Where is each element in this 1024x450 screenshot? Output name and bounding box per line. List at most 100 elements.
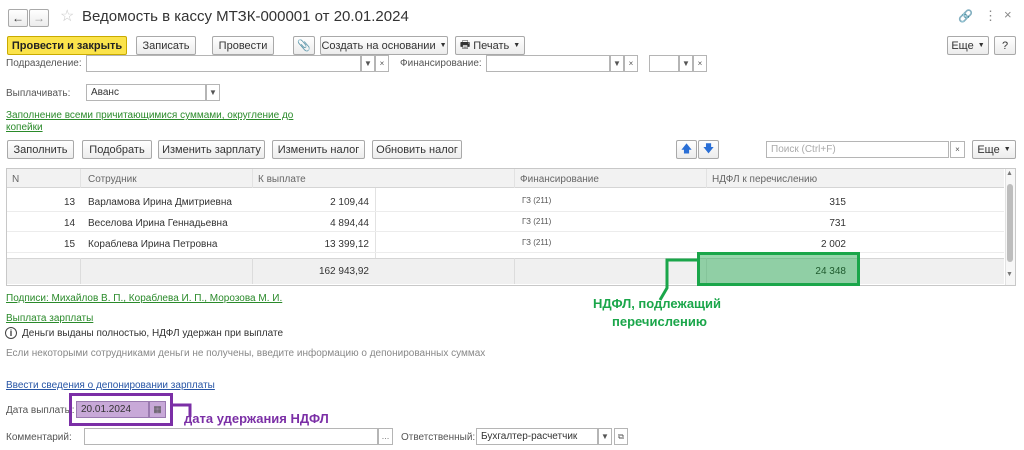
- tax-note-line2: перечислению: [612, 314, 707, 329]
- row-n: 14: [64, 218, 76, 229]
- col-amount[interactable]: К выплате: [258, 170, 306, 188]
- print-button[interactable]: 🖶 Печать ▼: [455, 36, 525, 55]
- tax-annotation-line: [658, 258, 697, 301]
- department-label: Подразделение:: [6, 58, 82, 69]
- pay-field[interactable]: Аванс: [86, 84, 206, 101]
- attach-button[interactable]: 📎: [293, 36, 315, 55]
- star-icon[interactable]: ☆: [60, 6, 74, 26]
- col-employee[interactable]: Сотрудник: [88, 170, 137, 188]
- hint-text: Если некоторыми сотрудниками деньги не п…: [6, 348, 486, 359]
- row-tax: 2 002: [820, 239, 846, 250]
- col-n[interactable]: N: [12, 170, 19, 188]
- responsible-label: Ответственный:: [401, 432, 476, 443]
- pick-button[interactable]: Подобрать: [82, 140, 152, 159]
- table-more-label: Еще: [977, 143, 1000, 156]
- dropdown-arrow-icon: ▼: [1003, 146, 1011, 153]
- deposit-link[interactable]: Ввести сведения о депонировании зарплаты: [6, 380, 215, 391]
- forward-button[interactable]: →: [29, 9, 49, 27]
- financing-clear[interactable]: ×: [624, 55, 638, 72]
- responsible-value: Бухгалтер-расчетчик: [481, 431, 578, 442]
- change-tax-button[interactable]: Изменить налог: [272, 140, 365, 159]
- more-button[interactable]: Еще ▼: [947, 36, 989, 55]
- create-based-label: Создать на основании: [321, 39, 436, 52]
- responsible-open[interactable]: ⧉: [614, 428, 628, 445]
- print-label: Печать: [473, 39, 510, 52]
- financing-extra-dropdown[interactable]: ▼: [679, 55, 693, 72]
- row-amount: 2 109,44: [330, 197, 369, 208]
- scroll-up-arrow-icon[interactable]: ▲: [1006, 170, 1013, 177]
- more-vertical-icon[interactable]: ⋮: [984, 8, 997, 24]
- fill-mode-link-line1[interactable]: Заполнение всеми причитающимися суммами,…: [6, 110, 293, 121]
- printer-icon: 🖶: [459, 39, 471, 51]
- move-up-button[interactable]: 🡅: [676, 140, 697, 159]
- row-amount: 4 894,44: [330, 218, 369, 229]
- post-and-close-button[interactable]: Провести и закрыть: [7, 36, 127, 55]
- dropdown-arrow-icon: ▼: [977, 42, 985, 49]
- responsible-dropdown[interactable]: ▼: [598, 428, 612, 445]
- window-title: Ведомость в кассу МТЗК-000001 от 20.01.2…: [82, 8, 409, 25]
- department-clear[interactable]: ×: [375, 55, 389, 72]
- move-down-button[interactable]: 🡇: [698, 140, 719, 159]
- row-n: 13: [64, 197, 76, 208]
- date-label: Дата выплаты:: [6, 405, 75, 416]
- footer-amount-total: 162 943,92: [318, 266, 369, 277]
- back-button[interactable]: ←: [8, 9, 28, 27]
- info-text: Деньги выданы полностью, НДФЛ удержан пр…: [22, 328, 284, 339]
- row-financing: ГЗ (211): [522, 217, 552, 226]
- pay-label: Выплачивать:: [6, 88, 71, 99]
- department-field[interactable]: [86, 55, 361, 72]
- comment-field[interactable]: [84, 428, 378, 445]
- date-highlight: [69, 393, 173, 426]
- financing-extra-clear[interactable]: ×: [693, 55, 707, 72]
- pay-value: Аванс: [91, 87, 119, 98]
- row-amount: 13 399,12: [324, 239, 370, 250]
- refresh-tax-button[interactable]: Обновить налог: [372, 140, 462, 159]
- table-header: [7, 169, 1004, 188]
- table-more-button[interactable]: Еще ▼: [972, 140, 1016, 159]
- row-employee: Веселова Ирина Геннадьевна: [88, 218, 228, 229]
- dropdown-arrow-icon: ▼: [513, 42, 521, 49]
- link-icon[interactable]: 🔗: [958, 9, 973, 23]
- row-tax: 315: [829, 197, 846, 208]
- change-salary-button[interactable]: Изменить зарплату: [158, 140, 265, 159]
- help-button[interactable]: ?: [994, 36, 1016, 55]
- col-tax[interactable]: НДФЛ к перечислению: [712, 170, 817, 188]
- fill-mode-link-line2[interactable]: копейки: [6, 122, 43, 133]
- dropdown-arrow-icon: ▼: [439, 42, 447, 49]
- search-input[interactable]: Поиск (Ctrl+F): [766, 141, 949, 158]
- responsible-field[interactable]: Бухгалтер-расчетчик: [476, 428, 598, 445]
- scroll-down-arrow-icon[interactable]: ▼: [1006, 271, 1013, 278]
- date-note: дата удержания НДФЛ: [184, 411, 329, 426]
- fill-button[interactable]: Заполнить: [7, 140, 74, 159]
- payout-link[interactable]: Выплата зарплаты: [6, 313, 93, 324]
- create-based-button[interactable]: Создать на основании ▼: [320, 36, 448, 55]
- tax-note-line1: НДФЛ, подлежащий: [593, 296, 722, 311]
- more-label: Еще: [951, 39, 974, 52]
- search-placeholder: Поиск (Ctrl+F): [771, 144, 836, 155]
- financing-dropdown[interactable]: ▼: [610, 55, 624, 72]
- comment-label: Комментарий:: [6, 432, 72, 443]
- financing-field[interactable]: [486, 55, 610, 72]
- arrow-up-icon: 🡅: [680, 143, 693, 155]
- search-clear[interactable]: ×: [950, 141, 965, 158]
- footer-tax-total: 24 348: [815, 266, 846, 277]
- row-financing: ГЗ (211): [522, 238, 552, 247]
- signatures-link[interactable]: Подписи: Михайлов В. П., Кораблева И. П.…: [6, 293, 282, 304]
- financing-extra-field[interactable]: [649, 55, 679, 72]
- comment-expand[interactable]: …: [378, 428, 393, 445]
- paperclip-icon: 📎: [297, 40, 311, 52]
- save-button[interactable]: Записать: [136, 36, 196, 55]
- info-icon: i: [5, 327, 17, 339]
- close-icon[interactable]: ×: [1004, 7, 1012, 22]
- row-employee: Кораблева Ирина Петровна: [88, 239, 218, 250]
- open-icon: ⧉: [618, 431, 624, 441]
- pay-dropdown[interactable]: ▼: [206, 84, 220, 101]
- financing-label: Финансирование:: [400, 58, 482, 69]
- post-button[interactable]: Провести: [212, 36, 274, 55]
- row-n: 15: [64, 239, 76, 250]
- row-financing: ГЗ (211): [522, 196, 552, 205]
- department-dropdown[interactable]: ▼: [361, 55, 375, 72]
- col-financing[interactable]: Финансирование: [520, 170, 599, 188]
- scroll-thumb[interactable]: [1007, 184, 1013, 262]
- row-employee: Варламова Ирина Дмитриевна: [88, 197, 232, 208]
